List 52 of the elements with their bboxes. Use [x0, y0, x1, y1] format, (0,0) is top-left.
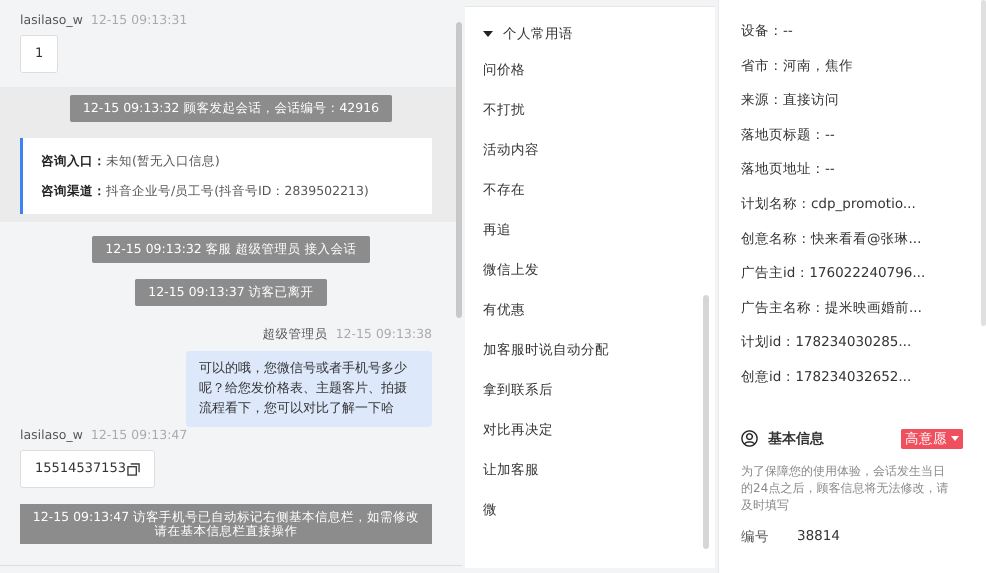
info-line: 广告主名称：提米映画婚前... — [741, 300, 922, 316]
phrase-item[interactable]: 活动内容 — [483, 141, 715, 181]
info-value: 未知(暂无入口信息) — [106, 153, 220, 168]
user-icon — [741, 430, 758, 448]
system-notice: 12-15 09:13:32 顾客发起会话，会话编号：42916 — [70, 95, 392, 122]
message-bubble: 1 — [20, 35, 58, 73]
scrollbar[interactable] — [456, 22, 462, 318]
info-line: 省市：河南，焦作 — [741, 58, 853, 74]
phrase-item[interactable]: 问价格 — [483, 61, 715, 101]
caret-icon — [951, 436, 959, 442]
sender-name: lasilaso_w — [20, 427, 83, 442]
phrase-item[interactable]: 不打扰 — [483, 101, 715, 141]
info-label: 咨询入口： — [41, 153, 106, 168]
info-line: 创意id：178234032652... — [741, 368, 912, 385]
sender-name: 超级管理员 — [262, 326, 328, 343]
info-value: 抖音企业号/员工号(抖音号ID：2839502213) — [106, 183, 369, 198]
phrase-item[interactable]: 微 — [483, 501, 715, 541]
info-line: 广告主id：176022240796... — [741, 265, 926, 282]
caret-icon — [483, 31, 493, 37]
message-time: 12-15 09:13:47 — [90, 427, 188, 442]
info-line: 创意名称：快来看看@张琳... — [741, 230, 922, 247]
message-time: 12-15 09:13:31 — [90, 12, 188, 27]
system-notice: 12-15 09:13:37 访客已离开 — [135, 279, 327, 306]
info-line: 落地页地址：-- — [741, 161, 835, 178]
scrollbar[interactable] — [703, 295, 709, 549]
info-line: 落地页标题：-- — [741, 126, 835, 143]
message-time: 12-15 09:13:38 — [336, 326, 432, 343]
info-line: 设备：-- — [741, 23, 793, 39]
field-label: 编号 — [741, 528, 770, 546]
phrase-item[interactable]: 让加客服 — [483, 461, 715, 501]
hint-text: 为了保障您的使用体验，会话发生当日的24点之后，顾客信息将无法修改，请及时填写 — [741, 462, 950, 514]
phrase-group-toggle[interactable]: 个人常用语 — [483, 25, 715, 43]
copy-icon[interactable] — [126, 462, 140, 476]
scrollbar[interactable] — [981, 0, 986, 326]
phrase-item[interactable]: 微信上发 — [483, 261, 715, 301]
system-notice: 12-15 09:13:47 访客手机号已自动标记右侧基本信息栏，如需修改请在基本信息栏直接操作 — [20, 504, 432, 544]
field-value: 38814 — [797, 528, 840, 546]
phrase-item[interactable]: 不存在 — [483, 181, 715, 221]
phrase-item[interactable]: 对比再决定 — [483, 421, 715, 461]
phrase-item[interactable]: 加客服时说自动分配 — [483, 341, 715, 381]
info-line: 来源：直接访问 — [741, 92, 839, 108]
info-line: 计划名称：cdp_promotio... — [741, 196, 916, 212]
info-label: 咨询渠道： — [41, 183, 106, 198]
section-title: 基本信息 — [768, 430, 825, 448]
message-bubble: 可以的哦，您微信号或者手机号多少呢？给您发价格表、主题客片、拍摄流程看下，您可以对比了解一下哈 — [186, 351, 432, 427]
phrase-item[interactable]: 有优惠 — [483, 301, 715, 341]
phrase-item[interactable]: 再追 — [483, 221, 715, 261]
sender-name: lasilaso_w — [20, 12, 83, 27]
info-line: 计划id：178234030285... — [741, 334, 912, 350]
message-bubble: 15514537153 — [20, 450, 155, 488]
system-notice: 12-15 09:13:32 客服 超级管理员 接入会话 — [92, 236, 370, 263]
phrase-item[interactable]: 拿到联系后 — [483, 381, 715, 421]
